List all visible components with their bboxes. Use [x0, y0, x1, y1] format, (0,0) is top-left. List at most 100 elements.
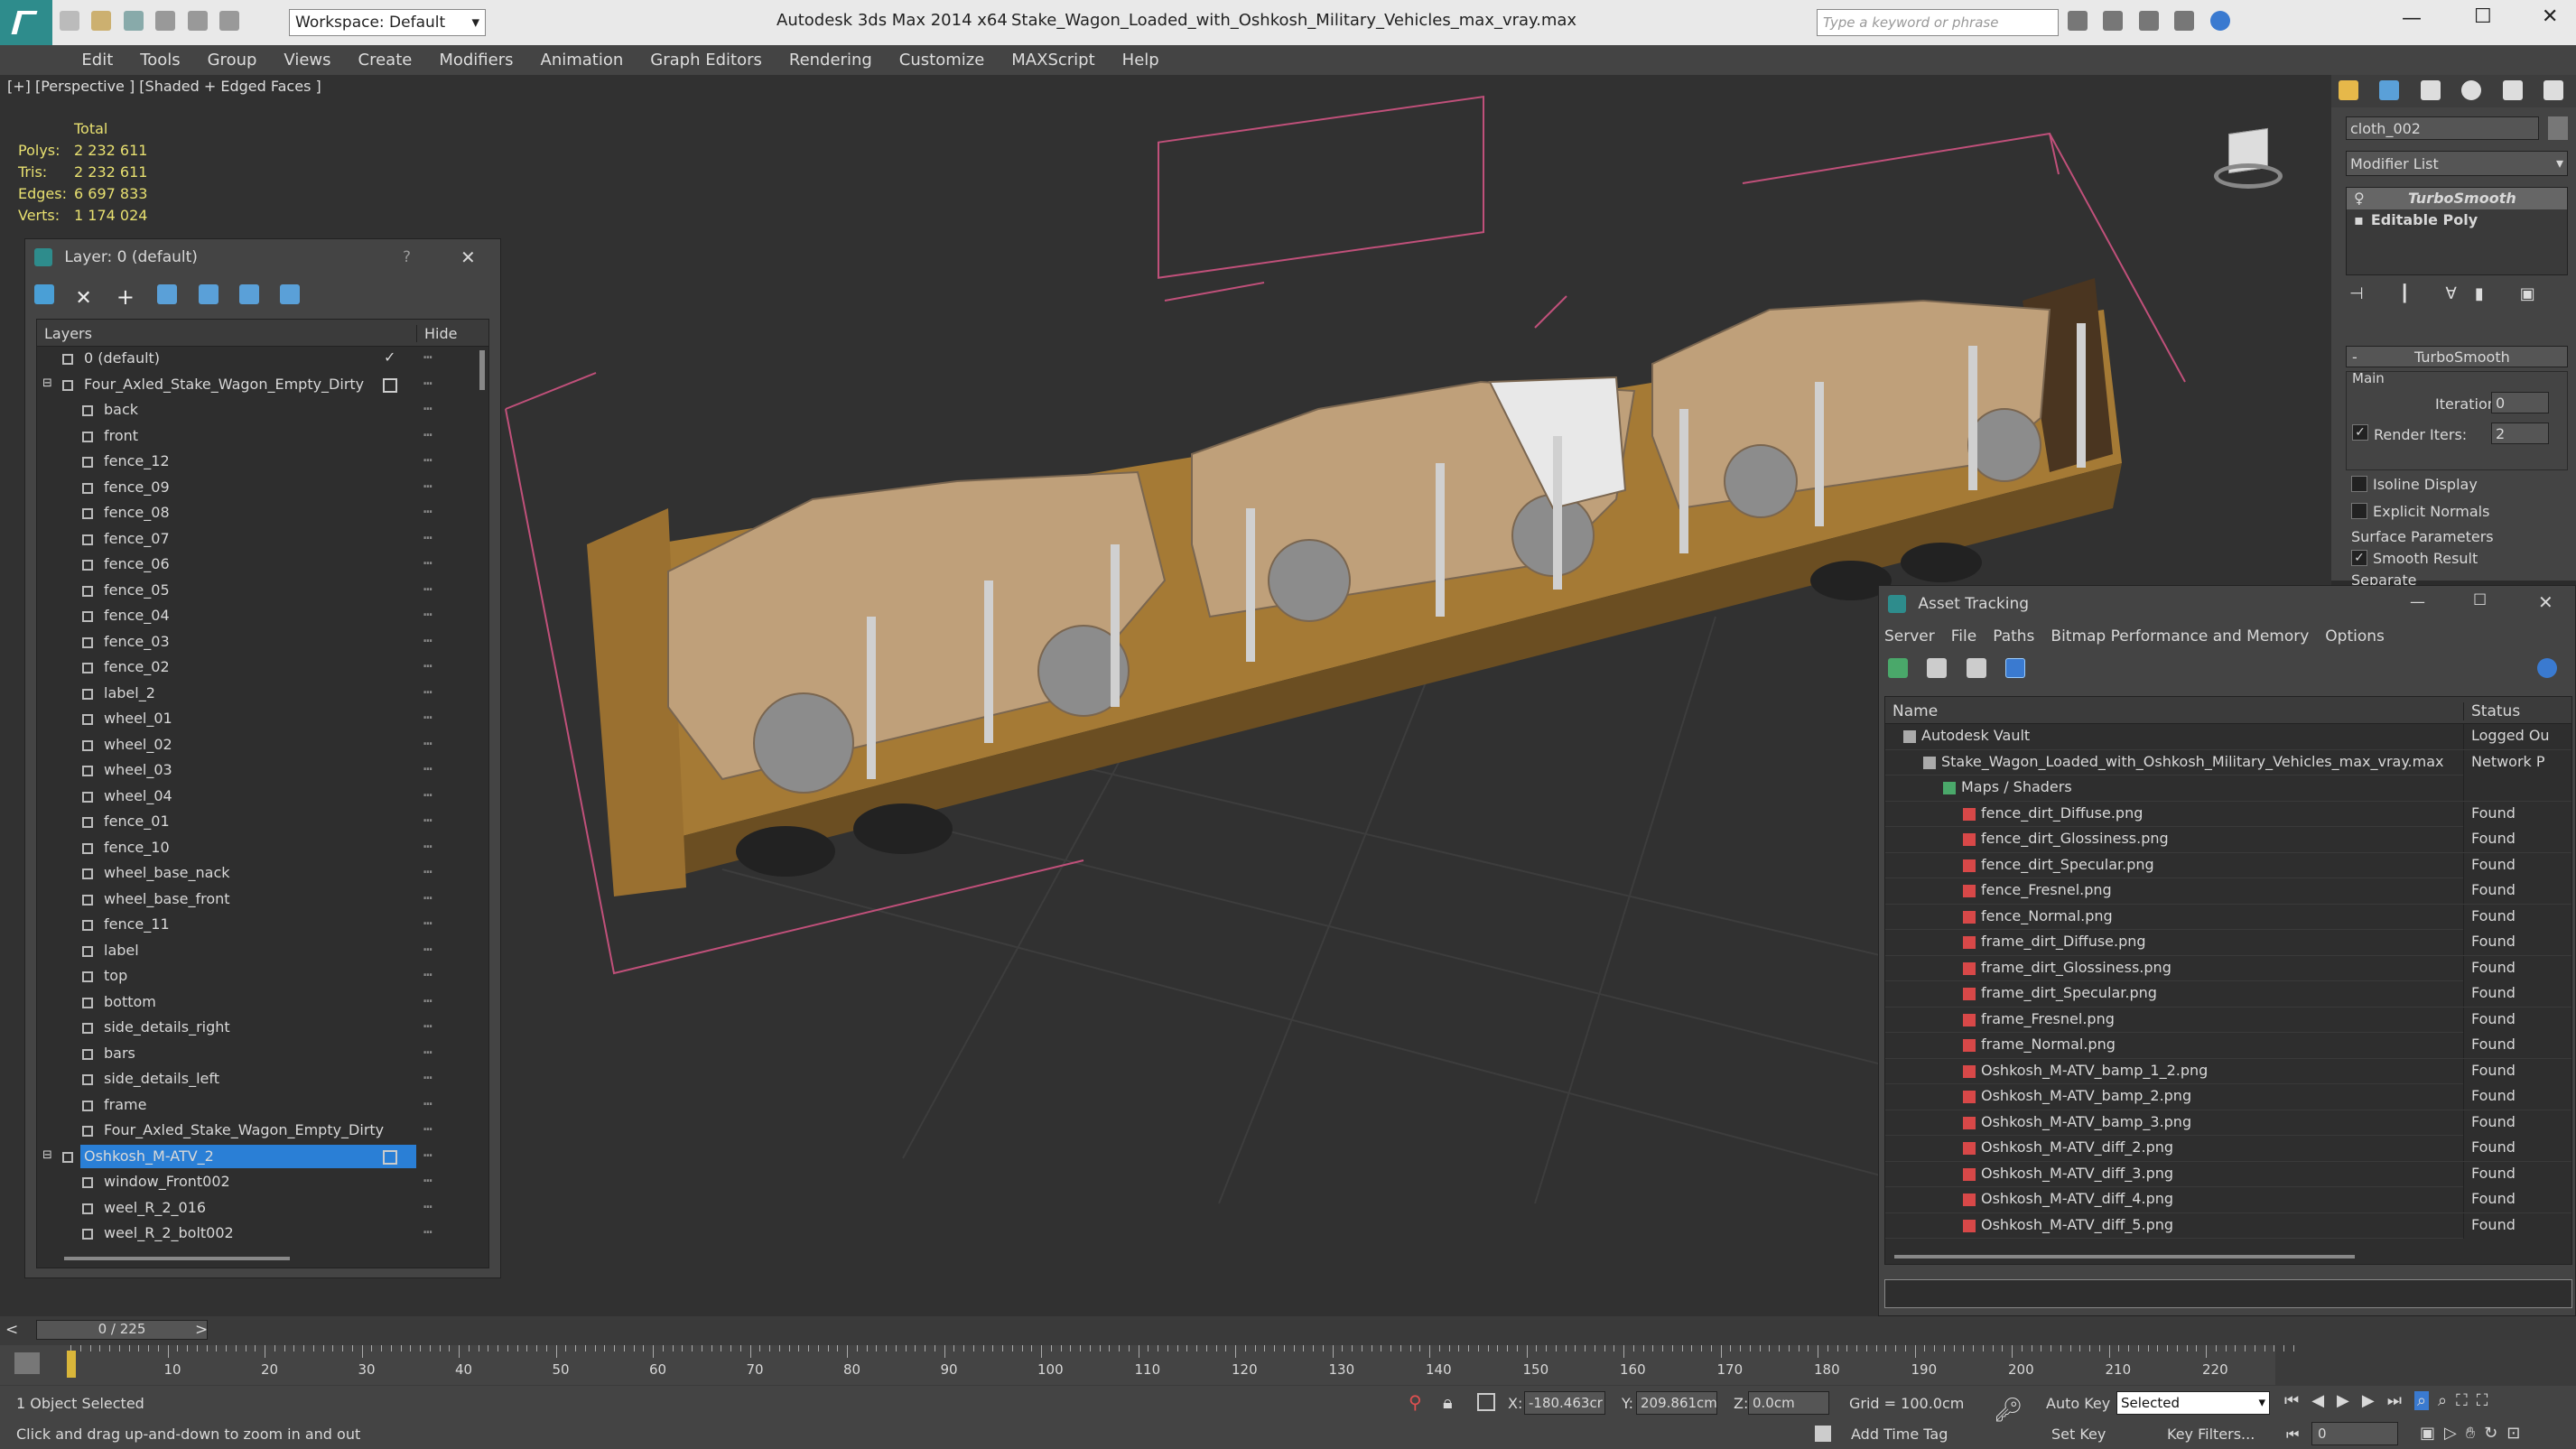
minimize-button[interactable]: —: [2402, 7, 2422, 30]
layer-row[interactable]: ⊟ Four_Axled_Stake_Wagon_Empty_Dirty ┅: [37, 373, 488, 399]
communication-icon[interactable]: [2103, 11, 2124, 31]
layer-row[interactable]: wheel_base_nack ┅: [37, 861, 488, 887]
hide-toggle-icon[interactable]: ┅: [423, 1017, 432, 1035]
close-icon[interactable]: ✕: [460, 246, 476, 268]
hierarchy-tab-icon[interactable]: [2420, 80, 2441, 100]
layer-row[interactable]: bars ┅: [37, 1042, 488, 1068]
favorites-icon[interactable]: [2174, 11, 2195, 31]
layer-row[interactable]: fence_06 ┅: [37, 553, 488, 579]
vertical-scrollbar[interactable]: [479, 350, 485, 390]
pin-stack-icon[interactable]: ⊣: [2349, 284, 2364, 303]
create-layer-icon[interactable]: [34, 284, 54, 304]
select-in-layer-icon[interactable]: [157, 284, 178, 304]
add-selected-icon[interactable]: +: [116, 284, 136, 310]
x-coordinate-field[interactable]: -180.463cr: [1524, 1391, 1605, 1415]
pan-icon[interactable]: ✋︎: [2466, 1424, 2475, 1443]
search-input[interactable]: Type a keyword or phrase: [1817, 9, 2059, 36]
app-logo[interactable]: [0, 0, 52, 45]
layer-row[interactable]: wheel_02 ┅: [37, 733, 488, 759]
asset-path-field[interactable]: [1884, 1279, 2572, 1308]
col-name[interactable]: Name: [1892, 702, 1938, 720]
asset-row[interactable]: fence_Fresnel.png Found: [1885, 878, 2571, 905]
configure-sets-icon[interactable]: ▣: [2520, 284, 2535, 303]
layer-row[interactable]: fence_03 ┅: [37, 630, 488, 656]
layer-row[interactable]: fence_04 ┅: [37, 604, 488, 630]
hide-toggle-icon[interactable]: ┅: [423, 992, 432, 1009]
col-status[interactable]: Status: [2463, 702, 2520, 720]
zoom-icon[interactable]: ⌕: [2413, 1391, 2430, 1410]
explicit-normals-checkbox[interactable]: [2351, 503, 2367, 519]
zoom-extents-icon[interactable]: ⛶: [2456, 1391, 2468, 1410]
asset-row[interactable]: Stake_Wagon_Loaded_with_Oshkosh_Military…: [1885, 749, 2571, 776]
asset-row[interactable]: Oshkosh_M-ATV_diff_2.png Found: [1885, 1136, 2571, 1162]
play-icon[interactable]: ▶: [2337, 1391, 2349, 1410]
asset-row[interactable]: Oshkosh_M-ATV_diff_4.png Found: [1885, 1187, 2571, 1213]
exchange-icon[interactable]: [2138, 11, 2159, 31]
trackbar[interactable]: 0102030405060708090100110120130140150160…: [0, 1345, 2294, 1385]
menu-item[interactable]: Tools: [126, 45, 193, 70]
lock-icon[interactable]: 🔒︎: [1443, 1391, 1453, 1413]
layer-row[interactable]: bottom ┅: [37, 990, 488, 1017]
y-coordinate-field[interactable]: 209.861cm: [1636, 1391, 1717, 1415]
asset-menu-item[interactable]: Server: [1884, 627, 1935, 646]
viewcube-icon[interactable]: [2212, 120, 2284, 192]
layer-row[interactable]: 0 (default) ✓ ┅: [37, 347, 488, 373]
layer-row[interactable]: weel_R_2_bolt002 ┅: [37, 1221, 488, 1248]
layer-panel-titlebar[interactable]: Layer: 0 (default) ? ✕: [25, 239, 500, 279]
time-config-icon[interactable]: ▣: [2420, 1424, 2435, 1443]
asset-titlebar[interactable]: Asset Tracking — ☐ ✕: [1879, 586, 2575, 624]
hide-toggle-icon[interactable]: ┅: [423, 400, 432, 417]
layer-row[interactable]: fence_01 ┅: [37, 810, 488, 836]
utilities-tab-icon[interactable]: [2543, 80, 2564, 100]
asset-row[interactable]: frame_dirt_Specular.png Found: [1885, 981, 2571, 1008]
layer-row[interactable]: side_details_left ┅: [37, 1067, 488, 1093]
hide-toggle-icon[interactable]: ┅: [423, 889, 432, 906]
table-view-icon[interactable]: [2005, 658, 2026, 678]
rollout-title[interactable]: - TurboSmooth: [2346, 346, 2568, 367]
hide-toggle-icon[interactable]: ┅: [423, 606, 432, 623]
redo-icon[interactable]: [187, 11, 208, 31]
project-icon[interactable]: [219, 11, 240, 31]
horizontal-scrollbar[interactable]: [1894, 1255, 2355, 1259]
layer-row[interactable]: top ┅: [37, 964, 488, 990]
go-to-end-icon[interactable]: ⏭: [2387, 1391, 2402, 1410]
menu-item[interactable]: Edit: [68, 45, 126, 70]
asset-row[interactable]: Oshkosh_M-ATV_bamp_2.png Found: [1885, 1084, 2571, 1110]
hide-toggle-icon[interactable]: ┅: [423, 657, 432, 674]
layer-box-icon[interactable]: [383, 377, 397, 393]
hide-toggle-icon[interactable]: ┅: [423, 1172, 432, 1189]
asset-row[interactable]: fence_Normal.png Found: [1885, 904, 2571, 930]
maximize-button[interactable]: ☐: [2473, 591, 2487, 609]
undo-icon[interactable]: [155, 11, 176, 31]
hide-toggle-icon[interactable]: ┅: [423, 1198, 432, 1215]
next-frame-icon[interactable]: ▶: [2362, 1391, 2375, 1410]
hide-toggle-icon[interactable]: ┅: [423, 1095, 432, 1112]
asset-row[interactable]: Oshkosh_M-ATV_bamp_1_2.png Found: [1885, 1058, 2571, 1084]
hide-toggle-icon[interactable]: ┅: [423, 426, 432, 443]
isoline-checkbox[interactable]: [2351, 476, 2367, 492]
show-end-result-icon[interactable]: ┃: [2400, 284, 2410, 303]
render-iters-spinner[interactable]: 2: [2491, 423, 2549, 444]
field-of-view-icon[interactable]: ▷: [2444, 1424, 2457, 1443]
asset-row[interactable]: frame_dirt_Glossiness.png Found: [1885, 955, 2571, 981]
hide-toggle-icon[interactable]: ┅: [423, 1120, 432, 1138]
layer-row[interactable]: label_2 ┅: [37, 682, 488, 708]
key-mode-toggle-icon[interactable]: ⏮: [2286, 1426, 2299, 1444]
make-unique-icon[interactable]: ∀: [2446, 284, 2457, 303]
layer-row[interactable]: fence_05 ┅: [37, 579, 488, 605]
layer-row[interactable]: wheel_03 ┅: [37, 758, 488, 785]
smooth-result-checkbox[interactable]: ✓: [2351, 550, 2367, 566]
layer-row[interactable]: back ┅: [37, 398, 488, 424]
hide-toggle-icon[interactable]: ┅: [423, 863, 432, 880]
close-button[interactable]: ✕: [2538, 591, 2553, 613]
hide-toggle-icon[interactable]: ┅: [423, 838, 432, 855]
hide-toggle-icon[interactable]: ┅: [423, 1069, 432, 1086]
hide-toggle-icon[interactable]: ┅: [423, 915, 432, 932]
modify-tab-icon[interactable]: [2379, 80, 2400, 100]
absolute-mode-icon[interactable]: [1477, 1393, 1495, 1411]
hide-toggle-icon[interactable]: ┅: [423, 451, 432, 469]
hide-toggle-icon[interactable]: ┅: [423, 632, 432, 649]
layer-row[interactable]: Four_Axled_Stake_Wagon_Empty_Dirty ┅: [37, 1119, 488, 1145]
menu-item[interactable]: Customize: [886, 45, 998, 70]
layer-row[interactable]: fence_09 ┅: [37, 476, 488, 502]
